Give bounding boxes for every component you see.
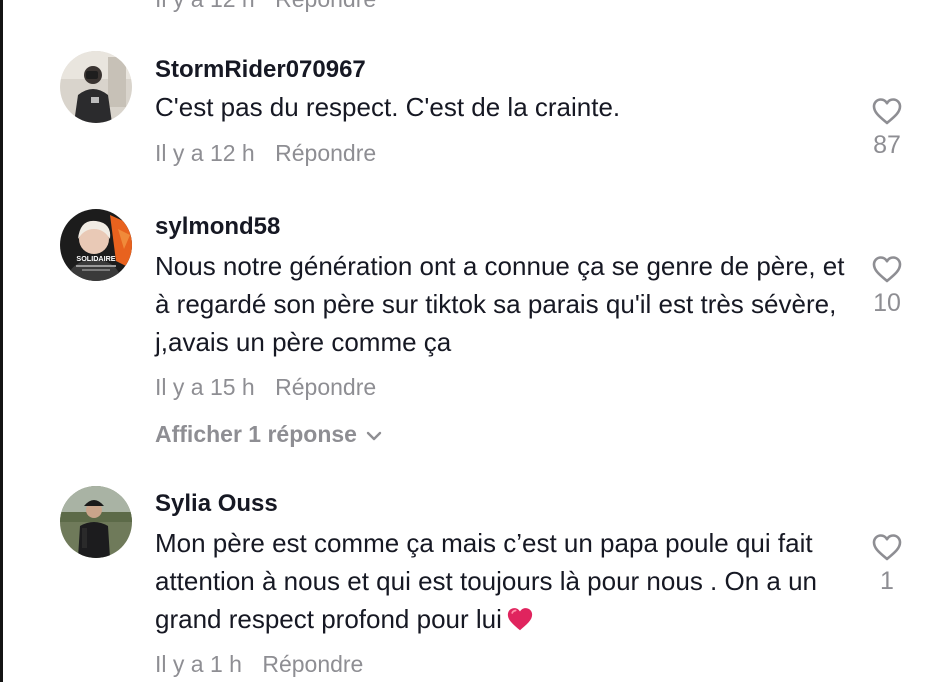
like-button[interactable]: 87 xyxy=(862,96,912,160)
avatar[interactable] xyxy=(60,486,132,558)
reply-button[interactable]: Répondre xyxy=(262,651,363,677)
red-heart-emoji-icon xyxy=(506,604,534,642)
avatar-image xyxy=(60,51,132,123)
view-replies-label: Afficher 1 réponse xyxy=(155,421,357,447)
heart-outline-icon xyxy=(872,98,902,125)
like-count: 1 xyxy=(880,567,894,595)
heart-outline-icon xyxy=(872,256,902,283)
comment-time: Il y a 1 h xyxy=(155,651,242,677)
avatar-badge-text: SOLIDAIRE xyxy=(76,254,115,263)
like-count: 10 xyxy=(873,289,901,317)
chevron-down-icon xyxy=(366,431,382,441)
avatar-image xyxy=(60,486,132,558)
avatar[interactable]: SOLIDAIRE xyxy=(60,209,132,281)
like-count: 87 xyxy=(873,131,901,159)
comment-meta: Il y a 1 h Répondre xyxy=(155,651,363,678)
like-button[interactable]: 10 xyxy=(862,254,912,318)
reply-button[interactable]: Répondre xyxy=(275,374,376,400)
avatar[interactable] xyxy=(60,51,132,123)
window-edge xyxy=(0,0,3,682)
comment-time: Il y a 12 h xyxy=(155,140,255,166)
comment-meta: Il y a 15 h Répondre xyxy=(155,374,376,401)
username[interactable]: sylmond58 xyxy=(155,213,280,241)
previous-comment-meta: Il y a 12 h Répondre xyxy=(155,0,376,13)
username[interactable]: Sylia Ouss xyxy=(155,490,278,518)
comment-text: Mon père est comme ça mais c’est un papa… xyxy=(155,524,845,642)
comment-time: Il y a 12 h xyxy=(155,0,255,12)
username[interactable]: StormRider070967 xyxy=(155,56,366,84)
reply-button[interactable]: Répondre xyxy=(275,0,376,12)
comments-panel: Il y a 12 h Répondre StormRider070967 C'… xyxy=(0,0,952,682)
avatar-image: SOLIDAIRE xyxy=(60,209,132,281)
comment-time: Il y a 15 h xyxy=(155,374,255,400)
view-replies-button[interactable]: Afficher 1 réponse xyxy=(155,421,383,448)
comment-text: Nous notre génération ont a connue ça se… xyxy=(155,251,845,357)
comment-meta: Il y a 12 h Répondre xyxy=(155,140,376,167)
reply-button[interactable]: Répondre xyxy=(275,140,376,166)
like-button[interactable]: 1 xyxy=(862,532,912,596)
heart-outline-icon xyxy=(872,534,902,561)
comment-text-body: Mon père est comme ça mais c’est un papa… xyxy=(155,528,817,634)
comment-text: C'est pas du respect. C'est de la craint… xyxy=(155,92,621,122)
